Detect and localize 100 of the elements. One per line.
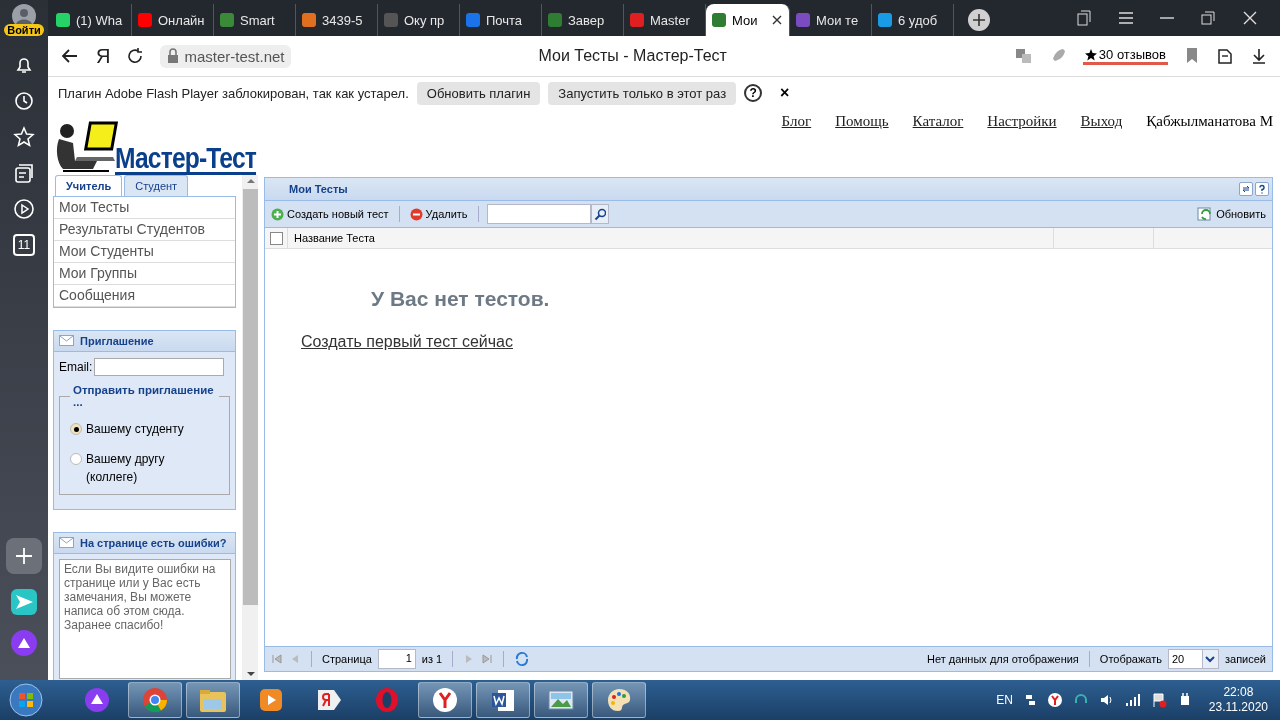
taskbar-app-button[interactable] — [418, 682, 472, 718]
refresh-button[interactable]: Обновить — [1195, 204, 1268, 224]
infobar-button[interactable]: Обновить плагин — [416, 81, 541, 105]
browser-tab[interactable]: Оку пр — [378, 4, 460, 36]
browser-tab[interactable]: Почта — [460, 4, 542, 36]
new-tab-button[interactable] — [968, 9, 990, 31]
taskbar-app-button[interactable] — [476, 682, 530, 718]
calendar-badge[interactable]: 11 — [13, 234, 35, 256]
records-label: записей — [1224, 653, 1266, 665]
first-page-icon — [271, 653, 283, 665]
close-button[interactable]: × — [780, 84, 790, 102]
assistant-icon — [11, 630, 37, 656]
browser-tab[interactable]: 6 удоб — [872, 4, 954, 36]
create-first-test-link[interactable]: Создать первый тест сейчас — [301, 333, 513, 351]
reviews-button[interactable]: 30 отзывов — [1082, 47, 1168, 65]
browser-tab[interactable]: Мои те — [790, 4, 872, 36]
plus-icon — [972, 13, 986, 27]
question-icon — [1257, 184, 1267, 194]
help-tool-button[interactable] — [1255, 182, 1269, 196]
sidebar-tab[interactable]: Учитель — [55, 175, 123, 196]
browser-tab[interactable]: (1) Wha — [50, 4, 132, 36]
close-icon — [1242, 10, 1258, 26]
browser-tab[interactable]: Master — [624, 4, 706, 36]
send-icon — [10, 588, 38, 616]
clock-icon — [13, 90, 35, 112]
taskbar-app-button[interactable] — [186, 682, 240, 718]
windows-logo-icon — [9, 683, 43, 717]
last-page-icon — [481, 653, 494, 665]
signal-icon — [1124, 692, 1141, 708]
palette-icon — [606, 687, 632, 713]
ring-icon — [374, 687, 400, 713]
folder-icon — [199, 687, 227, 713]
browser-tab[interactable]: 3439-5 — [296, 4, 378, 36]
panel-title: Мои Тесты — [289, 183, 348, 195]
browser-tab[interactable]: Онлайн — [132, 4, 214, 36]
search-icon — [593, 207, 606, 221]
taskbar-app-button[interactable] — [534, 682, 588, 718]
page-field[interactable]: 1 — [377, 649, 416, 669]
panel-title: Приглашение — [80, 335, 154, 347]
assistant-icon — [84, 687, 110, 713]
clock-date[interactable]: 23.11.2020 — [1208, 700, 1268, 715]
nav-link[interactable]: Помощь — [835, 113, 889, 175]
delete-button[interactable]: Удалить — [407, 205, 470, 223]
nav-link[interactable]: Каталог — [912, 113, 964, 175]
flag-icon — [1150, 692, 1167, 708]
plugin-message: Плагин Adobe Flash Player заблокирован, так как устарел. — [58, 85, 409, 101]
page-size-select[interactable]: 20 — [1167, 649, 1219, 669]
browser-tab[interactable]: Завер — [542, 4, 624, 36]
group-title: Отправить приглашение ... — [72, 384, 215, 408]
browser-tab[interactable]: Smart — [214, 4, 296, 36]
nav-link[interactable]: Настройки — [987, 113, 1057, 175]
yandex-button[interactable]: Я — [96, 44, 111, 68]
speaker-icon — [1098, 692, 1115, 708]
circle-y-icon — [1046, 692, 1063, 708]
minimize-icon — [1160, 17, 1174, 19]
panel-title: На странице есть ошибки? — [80, 537, 227, 549]
radio-label: Вашему студенту — [86, 421, 184, 438]
infobar-button[interactable]: Запустить только в этот раз — [548, 81, 737, 105]
close-icon — [771, 14, 783, 26]
login-button[interactable]: Войти — [4, 24, 44, 36]
create-test-button[interactable]: Создать новый тест — [269, 205, 391, 223]
nav-link[interactable]: Выход — [1080, 113, 1123, 175]
start-button[interactable] — [6, 682, 46, 718]
reload-icon — [514, 651, 531, 667]
address-field[interactable]: master-test.net — [160, 44, 291, 68]
add-icon — [271, 207, 284, 221]
browser-tab[interactable]: Мои — [706, 4, 790, 36]
bookmark-icon — [1184, 47, 1200, 65]
add-button[interactable] — [6, 538, 42, 574]
taskbar-app-button[interactable] — [592, 682, 646, 718]
email-field[interactable] — [94, 358, 225, 376]
letter-tag-icon — [316, 687, 342, 713]
feedback-field[interactable]: Если Вы видите ошибки на странице или у Вас есть замечания, Вы можете написа об этом сюда. Заранее спасибо! — [59, 559, 231, 679]
radio-button[interactable] — [70, 453, 82, 465]
download-icon — [1250, 47, 1268, 65]
cards-icon — [13, 162, 35, 184]
page-title: Мои Тесты - Мастер-Тест — [537, 47, 728, 65]
radio-button[interactable] — [70, 423, 82, 435]
search-field[interactable] — [486, 204, 591, 224]
plus-icon — [14, 546, 34, 566]
document-icon — [490, 687, 516, 713]
scroll-down-icon — [245, 670, 256, 678]
arrows-icon — [1241, 184, 1251, 194]
language-indicator[interactable]: EN — [996, 693, 1013, 707]
select-all-checkbox[interactable] — [269, 231, 283, 245]
menu-icon — [1118, 10, 1134, 26]
help-button[interactable]: ? — [744, 84, 763, 102]
ring-icon — [142, 687, 168, 713]
reload-button[interactable] — [514, 651, 531, 667]
email-label: Email: — [59, 360, 93, 374]
taskbar-app-button[interactable] — [128, 682, 182, 718]
menu-item[interactable]: Сообщения — [54, 285, 235, 307]
play-icon — [258, 687, 284, 713]
envelope-icon — [59, 537, 74, 548]
sidebar-tab[interactable]: Студент — [124, 175, 189, 196]
nav-link[interactable]: Блог — [781, 113, 812, 175]
star-icon — [1084, 48, 1097, 61]
clock-time[interactable]: 22:08 — [1223, 685, 1254, 700]
circle-y-icon — [432, 687, 458, 713]
tabs-icon — [1076, 10, 1092, 26]
